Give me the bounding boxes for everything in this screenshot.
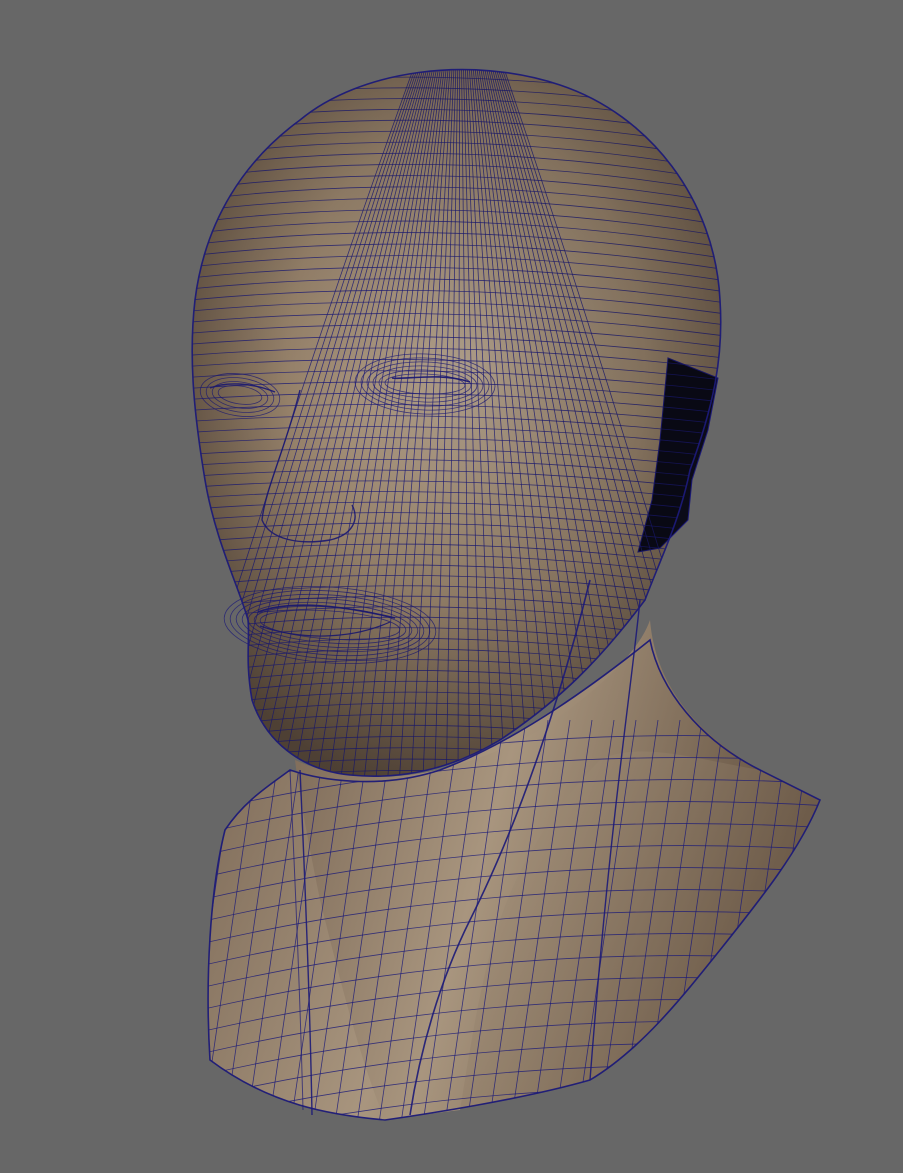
- 3d-viewport[interactable]: [0, 0, 903, 1173]
- viewport-canvas[interactable]: [0, 0, 903, 1173]
